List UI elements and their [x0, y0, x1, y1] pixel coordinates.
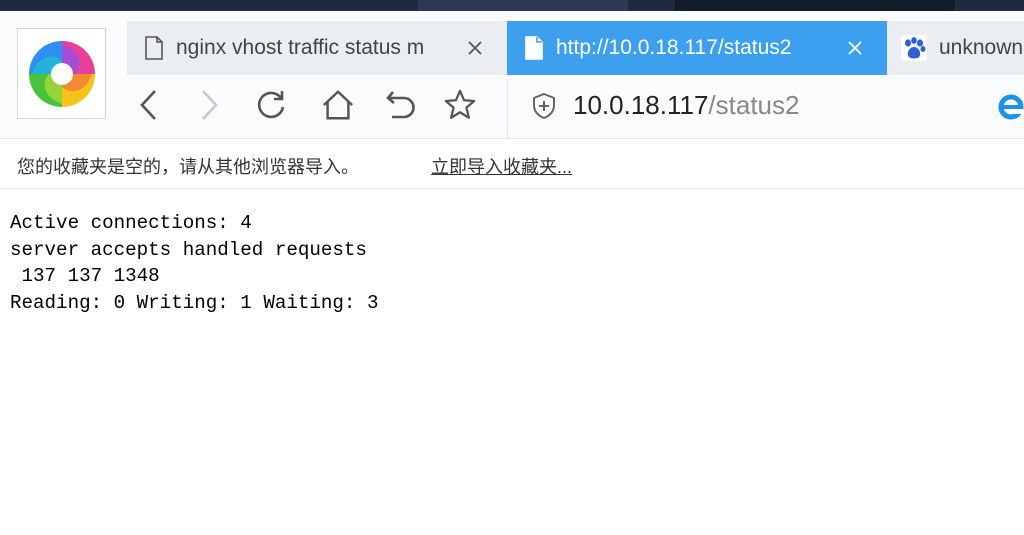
bookmarks-bar: 您的收藏夹是空的，请从其他浏览器导入。 立即导入收藏夹...: [0, 139, 1024, 189]
reload-button[interactable]: [254, 88, 288, 122]
favorite-button[interactable]: [443, 88, 477, 122]
tab-nginx-vhost[interactable]: nginx vhost traffic status m: [127, 21, 507, 75]
browser-logo-button[interactable]: [17, 28, 106, 119]
forward-button[interactable]: [192, 88, 226, 122]
tab-unknown[interactable]: unknown: [887, 21, 1024, 75]
url-path: /status2: [708, 90, 800, 120]
reload-icon: [257, 91, 285, 119]
bookmarks-empty-message: 您的收藏夹是空的，请从其他浏览器导入。: [17, 157, 359, 177]
reading-writing-waiting-line: Reading: 0 Writing: 1 Waiting: 3: [10, 291, 379, 314]
page-icon: [145, 36, 163, 60]
status-page-content: Active connections: 4 server accepts hand…: [10, 210, 378, 316]
page-icon: [525, 36, 543, 60]
ie-compat-icon[interactable]: [997, 92, 1024, 120]
undo-icon: [386, 91, 415, 119]
tab-label: nginx vhost traffic status m: [176, 36, 425, 59]
server-header-line: server accepts handled requests: [10, 238, 367, 261]
tab-label: unknown: [939, 36, 1024, 59]
chevron-left-icon: [140, 90, 156, 120]
tab-label: http://10.0.18.117/status2: [556, 36, 792, 59]
server-counts-line: 137 137 1348: [10, 265, 160, 287]
browser-logo-icon: [29, 41, 95, 107]
active-connections-line: Active connections: 4: [10, 212, 252, 234]
undo-close-button[interactable]: [384, 88, 418, 122]
close-tab-icon[interactable]: [847, 40, 863, 56]
address-bar[interactable]: 10.0.18.117/status2: [573, 90, 799, 121]
address-divider: [507, 80, 508, 138]
close-tab-icon[interactable]: [467, 40, 483, 56]
home-button[interactable]: [321, 88, 355, 122]
security-shield-icon[interactable]: [531, 92, 557, 120]
back-button[interactable]: [132, 88, 166, 122]
star-icon: [444, 89, 476, 119]
home-icon: [322, 90, 354, 120]
import-bookmarks-link[interactable]: 立即导入收藏夹...: [431, 153, 572, 179]
url-host: 10.0.18.117: [573, 90, 709, 120]
taskbar-segment: [675, 0, 955, 11]
chevron-right-icon: [202, 90, 218, 120]
window-top-strip: [0, 0, 1024, 11]
tab-status2[interactable]: http://10.0.18.117/status2: [507, 21, 887, 75]
baidu-paw-icon: [901, 35, 927, 61]
taskbar-segment: [418, 0, 628, 11]
